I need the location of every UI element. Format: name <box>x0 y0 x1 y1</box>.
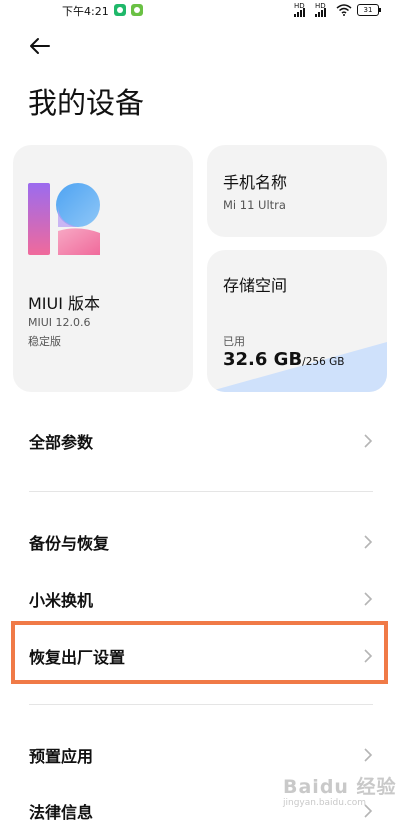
back-arrow-icon[interactable] <box>28 36 52 56</box>
menu-item-all-specs[interactable]: 全部参数 <box>29 421 375 461</box>
miui-version-card[interactable]: MIUI 版本 MIUI 12.0.6 稳定版 <box>13 145 193 392</box>
download-icon <box>131 4 143 16</box>
menu-item-label: 预置应用 <box>29 747 94 766</box>
storage-value: 32.6 GB/256 GB <box>223 349 344 370</box>
storage-card[interactable]: 存储空间 已用 32.6 GB/256 GB <box>207 250 387 392</box>
signal-icon: HD <box>294 3 310 17</box>
menu-item-label: 全部参数 <box>29 433 94 452</box>
menu-item-backup-restore[interactable]: 备份与恢复 <box>29 522 375 562</box>
menu-item-label: 备份与恢复 <box>29 534 110 553</box>
page-title: 我的设备 <box>28 86 145 120</box>
chevron-right-icon <box>364 748 373 762</box>
miui-version-number: MIUI 12.0.6 <box>28 316 91 329</box>
storage-used: 32.6 GB <box>223 349 303 370</box>
watermark-main: Baidu 经验 <box>283 776 397 798</box>
divider <box>29 491 373 492</box>
menu-item-label: 小米换机 <box>29 591 94 610</box>
miui-version-title: MIUI 版本 <box>28 294 101 313</box>
device-name-label: 手机名称 <box>223 173 288 192</box>
battery-icon: 31 <box>357 4 381 16</box>
storage-used-label: 已用 <box>223 335 245 348</box>
signal-icon: HD <box>315 3 331 17</box>
highlight-annotation-box <box>11 621 388 684</box>
notification-app-icon <box>114 4 126 16</box>
menu-item-preinstalled-apps[interactable]: 预置应用 <box>29 735 375 775</box>
chevron-right-icon <box>364 535 373 549</box>
status-bar: 下午4:21 HD HD 31 <box>0 0 401 22</box>
status-time: 下午4:21 <box>62 5 109 18</box>
device-name-value: Mi 11 Ultra <box>223 198 286 212</box>
menu-item-label: 法律信息 <box>29 803 94 822</box>
miui-logo-icon <box>28 183 100 255</box>
wifi-icon <box>336 4 352 16</box>
divider <box>29 704 373 705</box>
menu-item-mi-mover[interactable]: 小米换机 <box>29 579 375 619</box>
chevron-right-icon <box>364 592 373 606</box>
chevron-right-icon <box>364 434 373 448</box>
storage-label: 存储空间 <box>223 276 288 295</box>
watermark-sub: jingyan.baidu.com <box>283 798 367 808</box>
device-name-card[interactable]: 手机名称 Mi 11 Ultra <box>207 145 387 237</box>
storage-total: /256 GB <box>302 356 345 368</box>
watermark: Baidu 经验 jingyan.baidu.com <box>283 772 397 808</box>
miui-version-channel: 稳定版 <box>28 335 61 348</box>
battery-level: 31 <box>363 6 373 14</box>
status-indicators: HD HD 31 <box>294 3 381 17</box>
